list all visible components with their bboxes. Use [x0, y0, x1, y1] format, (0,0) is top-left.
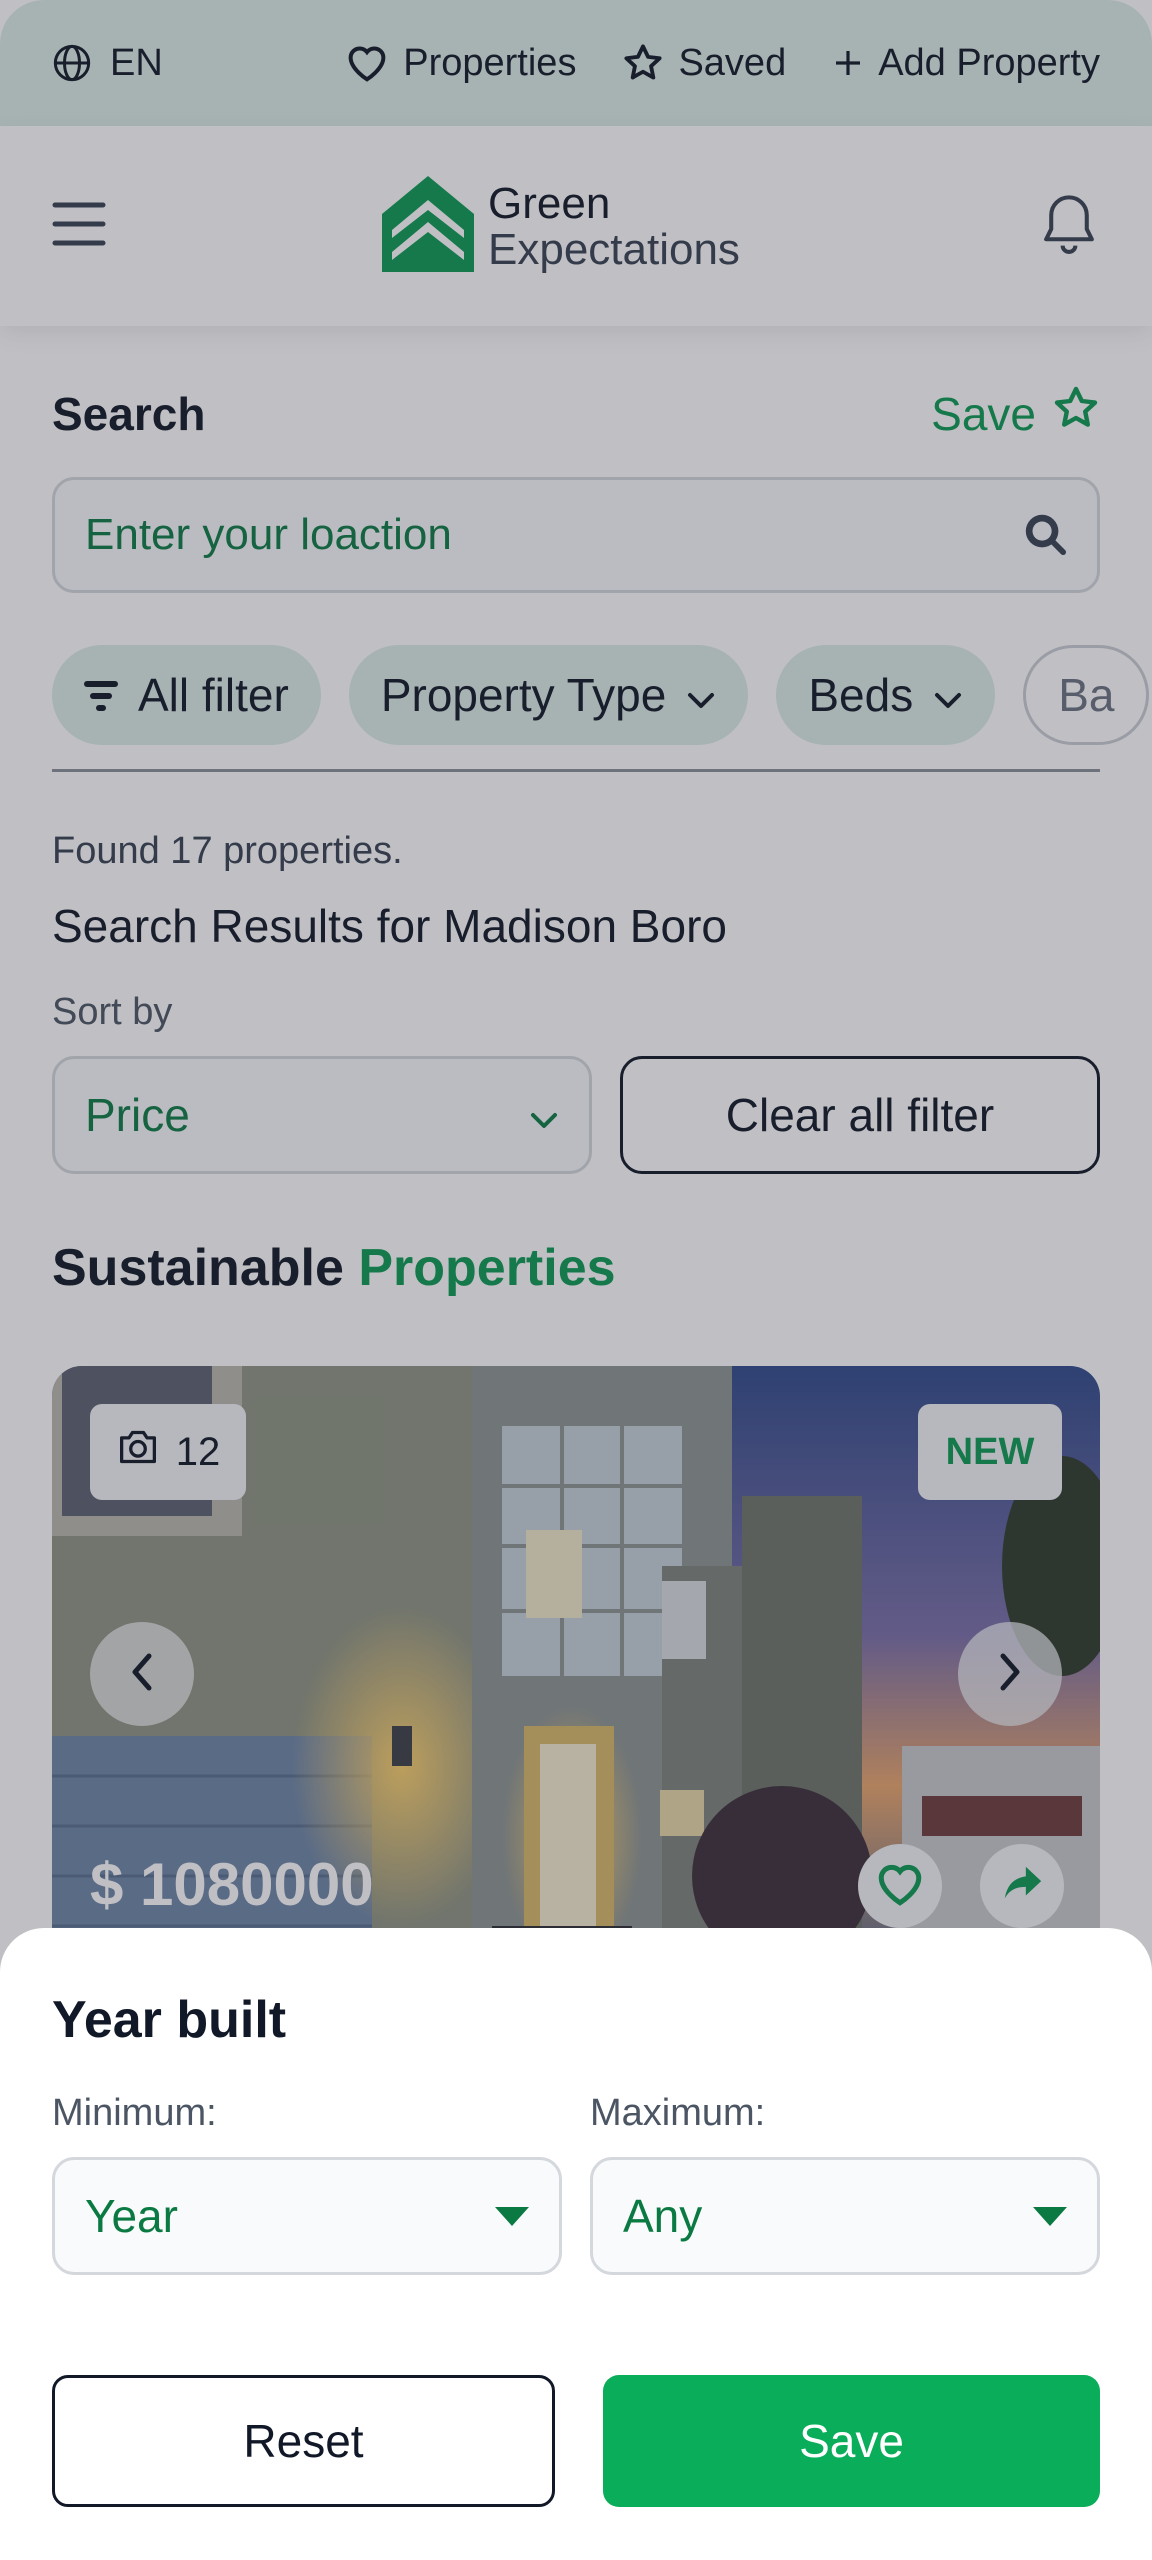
- star-icon: [1052, 384, 1100, 443]
- share-button[interactable]: [980, 1844, 1064, 1928]
- search-header: Search Save: [52, 384, 1100, 443]
- sort-select[interactable]: Price: [52, 1056, 592, 1174]
- section-title: Sustainable Properties: [52, 1238, 1100, 1298]
- share-icon: [999, 1861, 1045, 1912]
- found-count: Found 17 properties.: [52, 830, 403, 872]
- sheet-labels: Minimum: Maximum:: [52, 2092, 1100, 2135]
- property-card[interactable]: 12 NEW $ 1080000: [52, 1366, 1100, 1966]
- chip-label: Ba: [1058, 669, 1115, 721]
- language-label: EN: [110, 41, 163, 84]
- logo-line-1: Green: [488, 178, 611, 228]
- section-title-plain: Sustainable: [52, 1239, 344, 1297]
- chevron-right-icon: [995, 1650, 1025, 1699]
- main-content: Search Save All filter Property Type: [52, 326, 1150, 1966]
- search-input[interactable]: [85, 510, 1021, 560]
- chip-property-type[interactable]: Property Type: [348, 645, 749, 745]
- filter-chips: All filter Property Type Beds Ba: [52, 645, 1152, 745]
- nav-add-property[interactable]: Add Property: [832, 42, 1100, 85]
- property-price: $ 1080000: [90, 1851, 374, 1918]
- sort-value: Price: [85, 1089, 190, 1141]
- save-search-label: Save: [931, 387, 1036, 440]
- heart-icon: [875, 1861, 925, 1912]
- year-selects: Year Any: [52, 2157, 1100, 2275]
- filter-icon: [84, 668, 118, 722]
- reset-button[interactable]: Reset: [52, 2375, 555, 2507]
- chip-label: Beds: [808, 669, 914, 721]
- section-title-accent: Properties: [358, 1239, 616, 1297]
- minimum-label: Minimum:: [52, 2092, 217, 2134]
- sort-label: Sort by: [52, 991, 173, 1033]
- nav-properties-label: Properties: [403, 41, 577, 84]
- camera-icon: [116, 1427, 160, 1477]
- search-icon[interactable]: [1021, 510, 1067, 561]
- maximum-year-select[interactable]: Any: [590, 2157, 1100, 2275]
- nav-add-property-label: Add Property: [878, 41, 1100, 84]
- search-title: Search: [52, 387, 206, 440]
- logo[interactable]: Green Expectations: [382, 176, 740, 277]
- new-badge: NEW: [918, 1404, 1062, 1500]
- save-search-button[interactable]: Save: [931, 384, 1100, 443]
- top-nav: Properties Saved Add Property: [345, 42, 1100, 85]
- minimum-year-value: Year: [85, 2190, 178, 2242]
- chevron-down-icon: [933, 668, 963, 722]
- logo-line-2: Expectations: [488, 224, 740, 274]
- year-built-sheet: Year built Minimum: Maximum: Year Any Re…: [0, 1928, 1152, 2560]
- sheet-title: Year built: [52, 1991, 287, 2049]
- plus-icon: [832, 47, 864, 79]
- star-icon: [622, 42, 664, 84]
- chip-label: Property Type: [380, 669, 667, 721]
- chevron-left-icon: [127, 1650, 157, 1699]
- sort-row: Price Clear all filter: [52, 1056, 1100, 1174]
- photo-count-badge: 12: [90, 1404, 246, 1500]
- minimum-year-select[interactable]: Year: [52, 2157, 562, 2275]
- chip-beds[interactable]: Beds: [776, 645, 996, 745]
- clear-all-filter-button[interactable]: Clear all filter: [620, 1056, 1100, 1174]
- maximum-year-value: Any: [623, 2190, 703, 2242]
- caret-down-icon: [495, 2206, 529, 2226]
- favorite-button[interactable]: [858, 1844, 942, 1928]
- logo-text: Green Expectations: [488, 178, 740, 274]
- sheet-actions: Reset Save: [52, 2375, 1100, 2507]
- logo-house-icon: [382, 176, 474, 277]
- heart-icon: [345, 43, 389, 83]
- hamburger-menu-icon[interactable]: [52, 199, 106, 254]
- app-header: Green Expectations: [0, 126, 1152, 326]
- caret-down-icon: [1033, 2206, 1067, 2226]
- language-selector[interactable]: EN: [52, 42, 163, 85]
- maximum-label: Maximum:: [590, 2092, 766, 2134]
- globe-icon: [52, 43, 92, 83]
- next-photo-button[interactable]: [958, 1622, 1062, 1726]
- previous-photo-button[interactable]: [90, 1622, 194, 1726]
- chevron-down-icon: [529, 1088, 559, 1142]
- photo-count: 12: [175, 1429, 221, 1474]
- save-button[interactable]: Save: [603, 2375, 1100, 2507]
- search-field[interactable]: [52, 477, 1100, 593]
- chevron-down-icon: [686, 668, 716, 722]
- divider: [52, 769, 1100, 772]
- nav-saved[interactable]: Saved: [622, 42, 786, 85]
- nav-saved-label: Saved: [678, 41, 787, 84]
- nav-properties[interactable]: Properties: [345, 42, 576, 85]
- chip-baths[interactable]: Ba: [1023, 645, 1150, 745]
- chip-label: All filter: [138, 669, 289, 721]
- results-title: Search Results for Madison Boro: [52, 900, 727, 952]
- chip-all-filter[interactable]: All filter: [52, 645, 321, 745]
- top-utility-bar: EN Properties Saved Add Property: [0, 0, 1152, 126]
- bell-icon[interactable]: [1038, 191, 1100, 262]
